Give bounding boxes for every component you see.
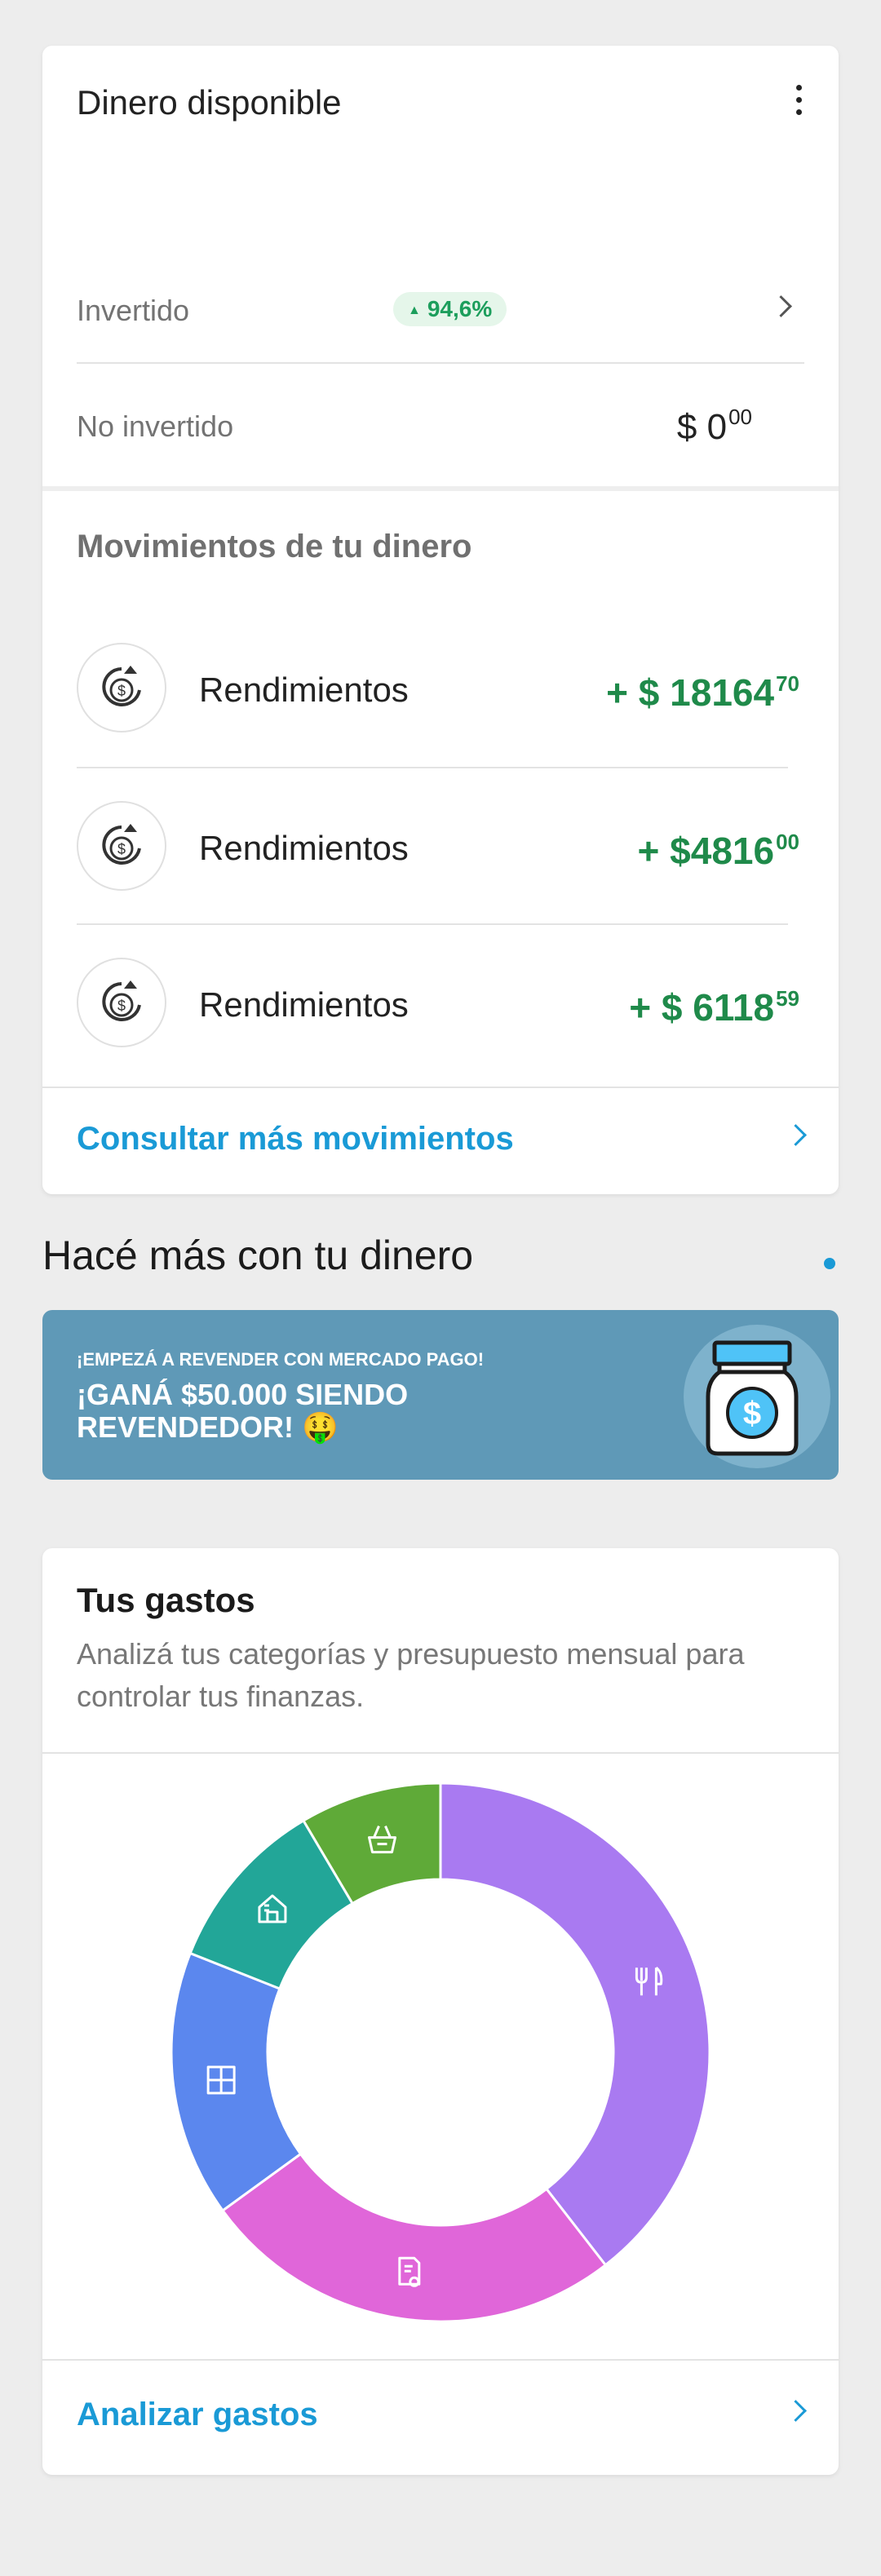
invested-badge: ▲ 94,6%: [393, 292, 507, 326]
movement-amount: + $ 1816470: [606, 671, 799, 715]
movement-label: Rendimientos: [199, 829, 409, 867]
money-card: Dinero disponible Invertido ▲ 94,6% No in…: [42, 46, 839, 1194]
banner-title: ¡GANÁ $50.000 SIENDO REVENDEDOR! 🤑: [77, 1378, 409, 1444]
divider: [42, 1752, 839, 1754]
banner-subtitle: ¡EMPEZÁ A REVENDER CON MERCADO PAGO!: [77, 1349, 485, 1370]
section-separator: [42, 486, 839, 491]
more-movements-link[interactable]: Consultar más movimientos: [77, 1121, 514, 1157]
donut-segment[interactable]: [220, 2152, 608, 2323]
kebab-icon[interactable]: [795, 85, 803, 117]
amount-whole: 0: [706, 407, 728, 447]
expenses-description: Analizá tus categorías y presupuesto men…: [77, 1637, 745, 1713]
currency-symbol: $: [676, 407, 697, 447]
not-invested-amount: $ 000: [677, 405, 752, 448]
amount-cents: 70: [776, 671, 799, 696]
amount-cents: 59: [776, 986, 799, 1011]
movement-amount: + $ 611859: [629, 985, 799, 1029]
amount-whole: 4816: [690, 830, 775, 872]
svg-text:$: $: [117, 841, 126, 857]
chevron-right-icon[interactable]: [785, 2400, 807, 2422]
divider: [42, 2359, 839, 2361]
analyze-expenses-link[interactable]: Analizar gastos: [77, 2397, 318, 2433]
divider: [77, 923, 788, 925]
currency-symbol: $: [661, 986, 683, 1029]
badge-value: 94,6%: [427, 296, 493, 321]
amount-whole: 18164: [670, 671, 775, 714]
pagination-dot[interactable]: [824, 1258, 835, 1269]
available-money-title: Dinero disponible: [77, 83, 342, 122]
promo-banner[interactable]: ¡EMPEZÁ A REVENDER CON MERCADO PAGO! ¡GA…: [42, 1310, 839, 1480]
svg-text:$: $: [743, 1396, 761, 1432]
currency-symbol: $: [670, 830, 691, 872]
divider: [77, 362, 804, 364]
svg-text:$: $: [117, 998, 126, 1014]
expenses-title: Tus gastos: [77, 1581, 255, 1619]
expenses-card: Tus gastos Analizá tus categorías y pres…: [42, 1548, 839, 2475]
currency-symbol: $: [638, 671, 660, 714]
chevron-right-icon[interactable]: [770, 295, 792, 317]
amount-sign: +: [629, 986, 652, 1029]
amount-cents: 00: [776, 830, 799, 854]
movement-amount: + $481600: [637, 829, 799, 873]
divider: [77, 767, 788, 768]
movement-label: Rendimientos: [199, 671, 409, 709]
invested-label: Invertido: [77, 294, 190, 327]
expenses-donut-chart[interactable]: [166, 1778, 715, 2326]
triangle-up-icon: ▲: [408, 303, 421, 317]
money-jar-icon: $: [706, 1340, 799, 1456]
chevron-right-icon[interactable]: [785, 1124, 807, 1146]
not-invested-label: No invertido: [77, 409, 234, 443]
donut-segment[interactable]: [439, 1782, 711, 2267]
divider: [42, 1087, 839, 1088]
amount-sign: +: [606, 671, 628, 714]
yield-coin-icon: $: [77, 958, 166, 1047]
svg-text:$: $: [117, 683, 126, 699]
section-title: Hacé más con tu dinero: [42, 1233, 474, 1278]
yield-coin-icon: $: [77, 801, 166, 891]
movements-title: Movimientos de tu dinero: [77, 529, 472, 564]
amount-whole: 6118: [693, 986, 775, 1029]
amount-sign: +: [637, 830, 660, 872]
movement-label: Rendimientos: [199, 985, 409, 1024]
yield-coin-icon: $: [77, 643, 166, 733]
amount-cents: 00: [728, 405, 752, 429]
